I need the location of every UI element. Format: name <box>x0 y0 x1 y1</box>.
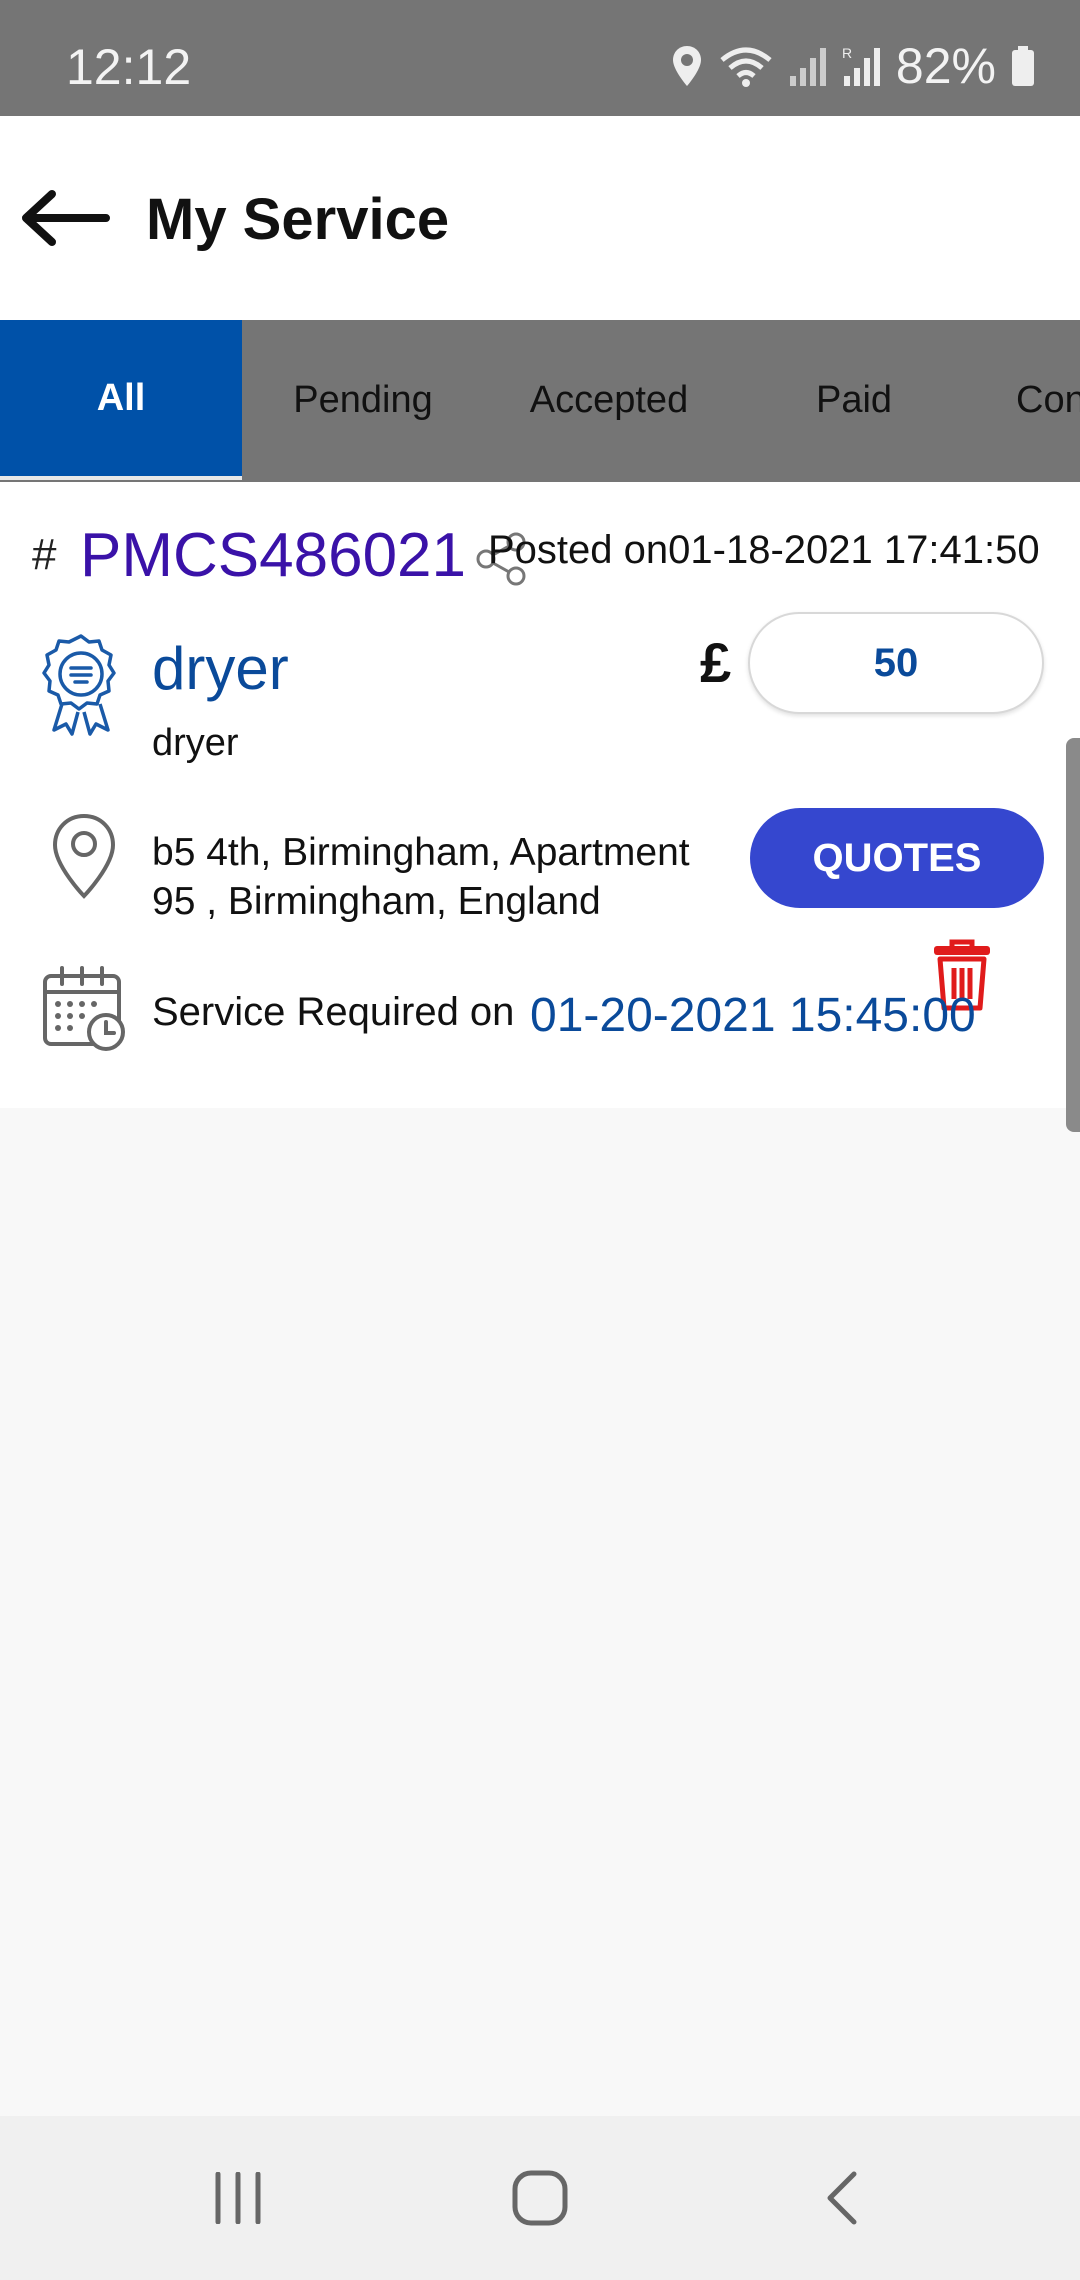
currency-symbol: £ <box>700 631 732 694</box>
tab-paid[interactable]: Paid <box>734 320 974 480</box>
tab-label: Accepted <box>529 378 689 421</box>
address-line-2: 95 , Birmingham, England <box>152 880 601 923</box>
price-badge: 50 <box>748 612 1044 714</box>
service-required-label: Service Required on <box>152 990 515 1034</box>
home-icon <box>512 2170 568 2226</box>
tab-bar: All Pending Accepted Paid Con <box>0 320 1080 482</box>
tab-label: Con <box>1016 378 1080 421</box>
tab-pending[interactable]: Pending <box>242 320 484 480</box>
signal-roaming-icon: R <box>842 44 882 88</box>
signal-icon <box>788 44 828 88</box>
status-bar: 12:12 R 82% <box>0 0 1080 116</box>
service-name: dryer <box>152 635 289 702</box>
service-id: PMCS486021 <box>80 521 467 590</box>
system-back-button[interactable] <box>742 2116 942 2280</box>
tab-label: Pending <box>293 378 433 421</box>
scrollbar-thumb[interactable] <box>1066 738 1080 1132</box>
service-card[interactable]: # PMCS486021 Posted on01-18-2021 17:41:5… <box>0 482 1080 1108</box>
service-description: dryer <box>152 722 239 764</box>
chevron-left-icon <box>827 2171 857 2225</box>
service-address: b5 4th, Birmingham, Apartment 95 , Birmi… <box>152 828 732 926</box>
home-button[interactable] <box>440 2116 640 2280</box>
app-bar: My Service <box>0 116 1080 320</box>
svg-text:R: R <box>842 45 852 61</box>
status-icons: R 82% <box>670 36 1036 96</box>
back-button[interactable] <box>14 178 114 258</box>
battery-percent: 82% <box>895 38 996 94</box>
tab-completed[interactable]: Con <box>974 320 1080 480</box>
wifi-icon <box>718 44 774 88</box>
recent-apps-icon <box>215 2172 261 2224</box>
tab-label: Paid <box>815 378 893 421</box>
award-icon <box>42 632 120 741</box>
tab-label: All <box>96 376 146 419</box>
hash-symbol: # <box>32 530 57 579</box>
battery-icon <box>1010 44 1036 88</box>
calendar-clock-icon <box>42 966 128 1057</box>
service-required-date: 01-20-2021 15:45:00 <box>530 989 976 1042</box>
back-arrow-icon <box>22 190 110 246</box>
tab-all[interactable]: All <box>0 320 242 480</box>
posted-date: Posted on01-18-2021 17:41:50 <box>488 528 1040 572</box>
address-line-1: b5 4th, Birmingham, Apartment <box>152 831 690 874</box>
location-pin-icon <box>50 812 118 905</box>
tab-accepted[interactable]: Accepted <box>484 320 734 480</box>
recent-apps-button[interactable] <box>138 2116 338 2280</box>
page-title: My Service <box>146 187 450 252</box>
system-nav-bar <box>0 2116 1080 2280</box>
status-time: 12:12 <box>66 39 192 95</box>
quotes-button[interactable]: QUOTES <box>750 808 1044 908</box>
location-icon <box>670 44 704 88</box>
